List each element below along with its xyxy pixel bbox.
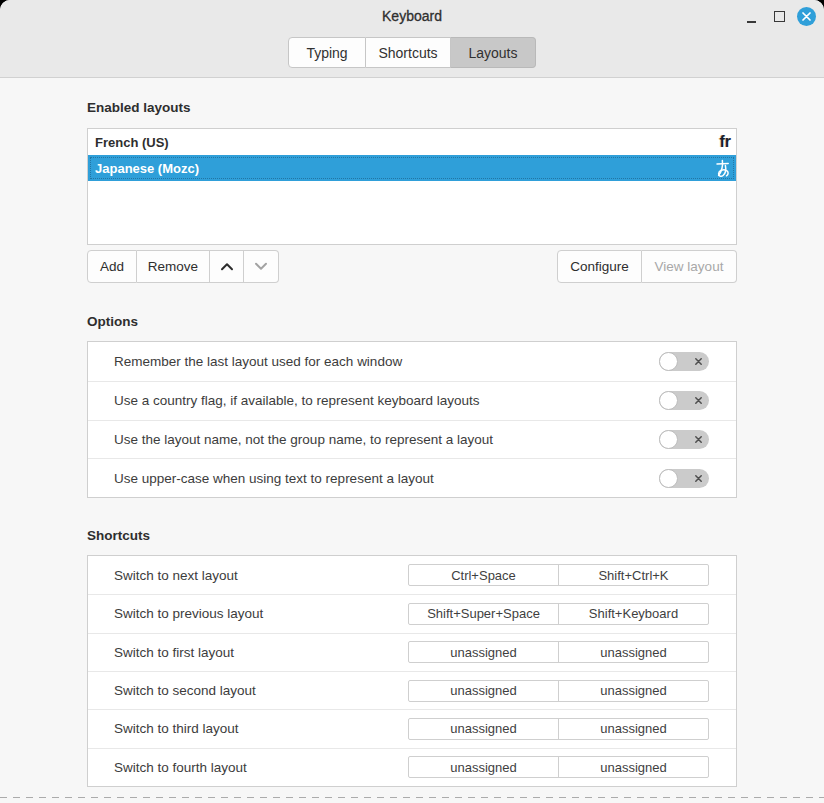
keybinding-cell[interactable]: unassigned	[558, 719, 708, 739]
shortcut-label: Switch to previous layout	[114, 606, 408, 621]
layout-row-japanese[interactable]: Japanese (Mozc)	[88, 155, 736, 181]
toggle-knob	[659, 391, 678, 410]
maximize-icon	[774, 11, 785, 22]
options-heading: Options	[87, 314, 737, 330]
toggle-layout-name[interactable]	[659, 430, 709, 449]
tab-strip: Typing Shortcuts Layouts	[0, 33, 824, 68]
tab-layouts[interactable]: Layouts	[451, 37, 536, 68]
keybinding-cell[interactable]: Shift+Ctrl+K	[558, 565, 708, 585]
move-up-button[interactable]	[210, 250, 244, 283]
layout-name: Japanese (Mozc)	[95, 161, 714, 176]
toggle-knob	[659, 469, 678, 488]
shortcuts-heading: Shortcuts	[87, 528, 737, 544]
configure-button[interactable]: Configure	[557, 250, 642, 283]
keybinding-cell[interactable]: unassigned	[409, 681, 558, 701]
keybinding-cell[interactable]: Ctrl+Space	[409, 565, 558, 585]
chevron-down-icon	[254, 262, 268, 271]
keyboard-settings-window: Keyboard Typing Shortcuts Layouts	[0, 0, 824, 803]
shortcut-row-second-layout: Switch to second layout unassigned unass…	[88, 671, 736, 709]
close-icon	[802, 12, 811, 21]
toggle-off-x-icon	[695, 358, 702, 365]
tab-shortcuts[interactable]: Shortcuts	[366, 37, 451, 68]
option-row-country-flag: Use a country flag, if available, to rep…	[88, 381, 736, 420]
toggle-off-x-icon	[695, 397, 702, 404]
shortcut-label: Switch to third layout	[114, 721, 408, 736]
toggle-upper-case[interactable]	[659, 469, 709, 488]
toggle-country-flag[interactable]	[659, 391, 709, 410]
tab-typing[interactable]: Typing	[288, 37, 366, 68]
toggle-remember-last-layout[interactable]	[659, 352, 709, 371]
keybinding-cell[interactable]: Shift+Super+Space	[409, 604, 558, 624]
shortcut-row-previous-layout: Switch to previous layout Shift+Super+Sp…	[88, 594, 736, 632]
option-row-layout-name: Use the layout name, not the group name,…	[88, 420, 736, 459]
toggle-off-x-icon	[695, 475, 702, 482]
keybinding-cell[interactable]: unassigned	[558, 642, 708, 662]
shortcut-label: Switch to second layout	[114, 683, 408, 698]
window-title: Keyboard	[0, 0, 824, 33]
shortcut-label: Switch to first layout	[114, 645, 408, 660]
shortcut-row-first-layout: Switch to first layout unassigned unassi…	[88, 633, 736, 671]
keybinding-cell[interactable]: Shift+Keyboard	[558, 604, 708, 624]
maximize-button[interactable]	[765, 0, 793, 33]
keybinding-cell[interactable]: unassigned	[558, 681, 708, 701]
list-edit-buttons: Add Remove	[87, 250, 279, 283]
view-layout-button[interactable]: View layout	[642, 250, 737, 283]
shortcut-row-next-layout: Switch to next layout Ctrl+Space Shift+C…	[88, 556, 736, 594]
toggle-off-x-icon	[695, 436, 702, 443]
keybinding-group: Ctrl+Space Shift+Ctrl+K	[408, 564, 709, 586]
shortcut-row-fourth-layout: Switch to fourth layout unassigned unass…	[88, 748, 736, 786]
keybinding-cell[interactable]: unassigned	[558, 757, 708, 777]
option-row-upper-case: Use upper-case when using text to repres…	[88, 458, 736, 497]
window-controls	[737, 0, 824, 33]
close-button[interactable]	[797, 7, 816, 26]
layout-row-french[interactable]: French (US) fr	[88, 129, 736, 155]
keybinding-group: unassigned unassigned	[408, 641, 709, 663]
layouts-toolbar: Add Remove Configure View layout	[87, 250, 737, 283]
layout-flag-fr: fr	[719, 134, 731, 150]
enabled-layouts-list: French (US) fr Japanese (Mozc)	[87, 128, 737, 245]
shortcut-label: Switch to fourth layout	[114, 760, 408, 775]
header: Keyboard Typing Shortcuts Layouts	[0, 0, 824, 78]
keybinding-group: unassigned unassigned	[408, 718, 709, 740]
add-layout-button[interactable]: Add	[87, 250, 137, 283]
minimize-icon	[747, 21, 756, 23]
minimize-button[interactable]	[737, 0, 765, 33]
shortcuts-list: Switch to next layout Ctrl+Space Shift+C…	[87, 555, 737, 787]
layout-action-buttons: Configure View layout	[557, 250, 737, 283]
shortcut-label: Switch to next layout	[114, 568, 408, 583]
titlebar[interactable]: Keyboard	[0, 0, 824, 33]
layout-flag-kana-a-icon	[714, 159, 731, 178]
enabled-layouts-heading: Enabled layouts	[87, 100, 737, 116]
keybinding-cell[interactable]: unassigned	[409, 642, 558, 662]
option-row-remember-last-layout: Remember the last layout used for each w…	[88, 342, 736, 381]
shortcut-row-third-layout: Switch to third layout unassigned unassi…	[88, 709, 736, 747]
layout-name: French (US)	[95, 135, 719, 150]
option-label: Use upper-case when using text to repres…	[114, 471, 659, 486]
chevron-up-icon	[220, 262, 234, 271]
keybinding-group: unassigned unassigned	[408, 680, 709, 702]
keybinding-group: Shift+Super+Space Shift+Keyboard	[408, 603, 709, 625]
move-down-button[interactable]	[244, 250, 279, 283]
scroll-focus-dashed-line	[0, 797, 824, 798]
remove-layout-button[interactable]: Remove	[137, 250, 210, 283]
option-label: Use a country flag, if available, to rep…	[114, 393, 659, 408]
layouts-page: Enabled layouts French (US) fr Japanese …	[87, 100, 737, 787]
keybinding-group: unassigned unassigned	[408, 756, 709, 778]
toggle-knob	[659, 352, 678, 371]
tab-switcher: Typing Shortcuts Layouts	[288, 37, 536, 68]
keybinding-cell[interactable]: unassigned	[409, 757, 558, 777]
option-label: Remember the last layout used for each w…	[114, 354, 659, 369]
options-list: Remember the last layout used for each w…	[87, 341, 737, 498]
keybinding-cell[interactable]: unassigned	[409, 719, 558, 739]
toggle-knob	[659, 430, 678, 449]
option-label: Use the layout name, not the group name,…	[114, 432, 659, 447]
